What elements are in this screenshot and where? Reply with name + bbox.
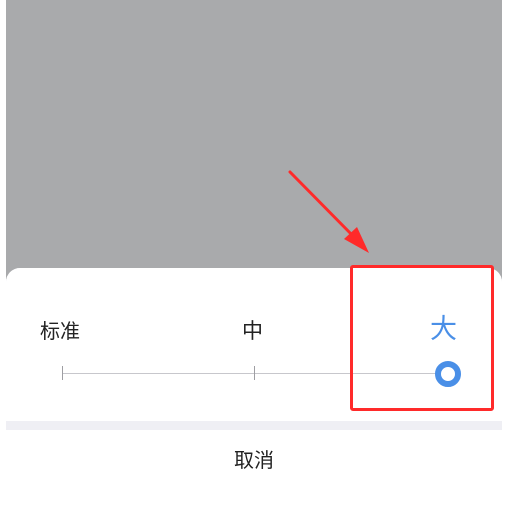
font-size-option-medium[interactable]: 中: [242, 318, 263, 344]
slider-tick-standard: [62, 366, 63, 380]
annotation-highlight-box: [350, 265, 494, 411]
cancel-button[interactable]: 取消: [6, 430, 502, 490]
font-size-option-standard[interactable]: 标准: [40, 318, 80, 344]
slider-tick-medium: [254, 366, 255, 380]
dimmed-background-overlay: [6, 0, 502, 300]
